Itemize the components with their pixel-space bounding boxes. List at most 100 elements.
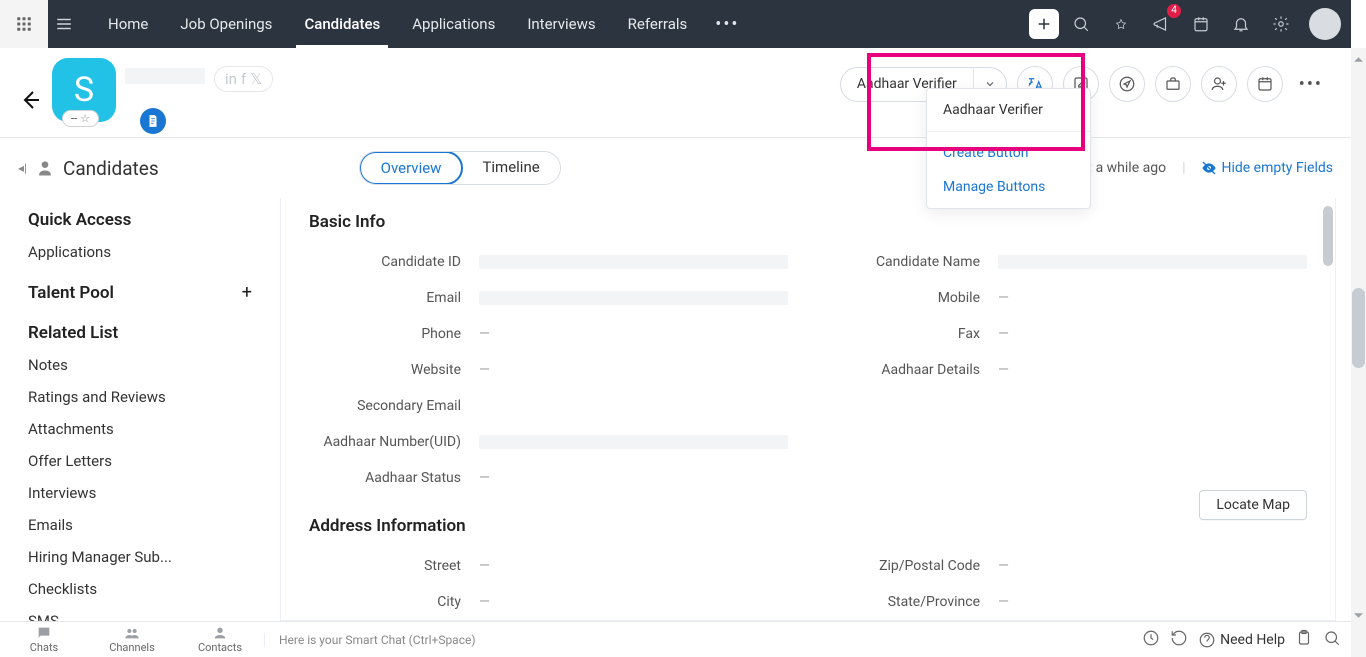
smart-chat-hint[interactable]: Here is your Smart Chat (Ctrl+Space) — [264, 633, 1142, 647]
pin-icon[interactable] — [1103, 6, 1139, 42]
back-arrow-icon[interactable] — [18, 88, 42, 116]
sidebar-item-offer-letters[interactable]: Offer Letters — [28, 445, 252, 477]
value-state: — — [998, 594, 1307, 611]
nav-tab-applications[interactable]: Applications — [396, 0, 511, 48]
menu-item-aadhaar-verifier[interactable]: Aadhaar Verifier — [927, 93, 1090, 127]
collapse-panel-icon[interactable]: ◂| — [18, 161, 27, 175]
main-panel: Basic Info Candidate ID Email Phone— Web… — [280, 198, 1336, 621]
quick-access-heading: Quick Access — [28, 204, 252, 236]
more-actions-icon[interactable]: ••• — [1293, 68, 1329, 101]
document-icon[interactable] — [140, 108, 166, 134]
main-scrollbar-thumb[interactable] — [1323, 206, 1333, 266]
sidebar-item-emails[interactable]: Emails — [28, 509, 252, 541]
facebook-icon[interactable]: f — [241, 70, 246, 88]
briefcase-icon[interactable] — [1155, 66, 1191, 102]
label-fax: Fax — [828, 326, 998, 342]
scroll-down-icon[interactable] — [1353, 606, 1364, 617]
plus-icon[interactable] — [1029, 9, 1059, 39]
value-aadhaar-number — [479, 435, 788, 449]
need-help-button[interactable]: Need Help — [1198, 631, 1285, 649]
scrollbar-thumb[interactable] — [1352, 288, 1365, 368]
sidebar-item-checklists[interactable]: Checklists — [28, 573, 252, 605]
apps-grid-icon[interactable] — [0, 0, 48, 48]
menu-item-manage-buttons[interactable]: Manage Buttons — [927, 170, 1090, 204]
page-scrollbar[interactable] — [1351, 48, 1366, 657]
gear-icon[interactable] — [1263, 6, 1299, 42]
record-header: S --☆ in f 𝕏 Aadhaar Verifier ••• Aadhaa… — [0, 48, 1351, 138]
user-add-icon[interactable] — [1201, 66, 1237, 102]
related-list-heading: Related List — [28, 317, 252, 349]
label-street: Street — [309, 558, 479, 574]
sidebar-item-sms[interactable]: SMS — [28, 605, 252, 621]
nav-tab-referrals[interactable]: Referrals — [612, 0, 704, 48]
label-secondary-email: Secondary Email — [309, 398, 479, 414]
value-fax: — — [998, 326, 1307, 343]
nav-tab-candidates[interactable]: Candidates — [288, 0, 396, 48]
schedule-icon[interactable] — [1247, 66, 1283, 102]
sidebar-item-interviews[interactable]: Interviews — [28, 477, 252, 509]
scroll-up-icon[interactable] — [1353, 50, 1364, 61]
page-title: Candidates — [63, 157, 159, 180]
value-candidate-name — [998, 255, 1307, 269]
value-zip: — — [998, 558, 1307, 575]
social-links: in f 𝕏 — [214, 66, 273, 92]
locate-map-button[interactable]: Locate Map — [1199, 490, 1307, 520]
value-mobile: — — [998, 290, 1307, 307]
footer-channels[interactable]: Channels — [88, 625, 176, 654]
value-website: — — [479, 362, 788, 379]
candidate-name-placeholder — [125, 68, 205, 84]
hamburger-icon[interactable] — [48, 0, 80, 48]
sidebar-item-attachments[interactable]: Attachments — [28, 413, 252, 445]
value-city: — — [479, 594, 788, 611]
history-icon[interactable] — [1170, 629, 1188, 650]
value-candidate-id — [479, 255, 788, 269]
hide-empty-toggle[interactable]: Hide empty Fields — [1201, 160, 1333, 176]
footer-bar: Chats Channels Contacts Here is your Sma… — [0, 621, 1351, 657]
clock-icon[interactable] — [1142, 629, 1160, 650]
nav-tab-interviews[interactable]: Interviews — [511, 0, 611, 48]
footer-chats[interactable]: Chats — [0, 625, 88, 654]
label-state: State/Province — [828, 594, 998, 610]
label-candidate-id: Candidate ID — [309, 254, 479, 270]
tab-overview[interactable]: Overview — [359, 151, 464, 185]
dropdown-menu: Aadhaar Verifier Create Button Manage Bu… — [926, 88, 1091, 209]
notification-badge: 4 — [1167, 4, 1181, 18]
value-aadhaar-details: — — [998, 362, 1307, 379]
rating-pill[interactable]: --☆ — [62, 110, 99, 127]
sidebar-item-ratings[interactable]: Ratings and Reviews — [28, 381, 252, 413]
add-talent-pool-icon[interactable]: + — [242, 282, 252, 303]
label-mobile: Mobile — [828, 290, 998, 306]
nav-tab-job-openings[interactable]: Job Openings — [164, 0, 288, 48]
clipboard-icon[interactable] — [1295, 629, 1313, 650]
avatar[interactable] — [1309, 8, 1341, 40]
megaphone-icon[interactable]: 4 — [1143, 6, 1179, 42]
menu-item-create-button[interactable]: Create Button — [927, 136, 1090, 170]
calendar-icon[interactable] — [1183, 6, 1219, 42]
left-panel: Quick Access Applications Talent Pool + … — [0, 198, 280, 621]
footer-search-icon[interactable] — [1323, 629, 1341, 650]
label-phone: Phone — [309, 326, 479, 342]
value-street: — — [479, 558, 788, 575]
label-city: City — [309, 594, 479, 610]
label-aadhaar-number: Aadhaar Number(UID) — [309, 434, 479, 450]
value-email — [479, 291, 788, 305]
twitter-icon[interactable]: 𝕏 — [250, 70, 262, 88]
bell-icon[interactable] — [1223, 6, 1259, 42]
sidebar-item-hiring-manager[interactable]: Hiring Manager Sub... — [28, 541, 252, 573]
sidebar-item-notes[interactable]: Notes — [28, 349, 252, 381]
search-icon[interactable] — [1063, 6, 1099, 42]
footer-contacts[interactable]: Contacts — [176, 625, 264, 654]
nav-more-icon[interactable]: ••• — [703, 14, 751, 35]
value-aadhaar-status: — — [479, 470, 788, 487]
tab-timeline[interactable]: Timeline — [462, 152, 559, 184]
value-secondary-email — [479, 406, 788, 407]
sidebar-item-applications[interactable]: Applications — [28, 236, 252, 268]
nav-tab-home[interactable]: Home — [92, 0, 164, 48]
view-tabs: Overview Timeline — [359, 151, 561, 185]
label-aadhaar-status: Aadhaar Status — [309, 470, 479, 486]
nav-tabs: Home Job Openings Candidates Application… — [92, 0, 752, 48]
linkedin-icon[interactable]: in — [225, 70, 237, 88]
label-zip: Zip/Postal Code — [828, 558, 998, 574]
send-icon[interactable] — [1109, 66, 1145, 102]
basic-info-title: Basic Info — [281, 212, 1335, 244]
